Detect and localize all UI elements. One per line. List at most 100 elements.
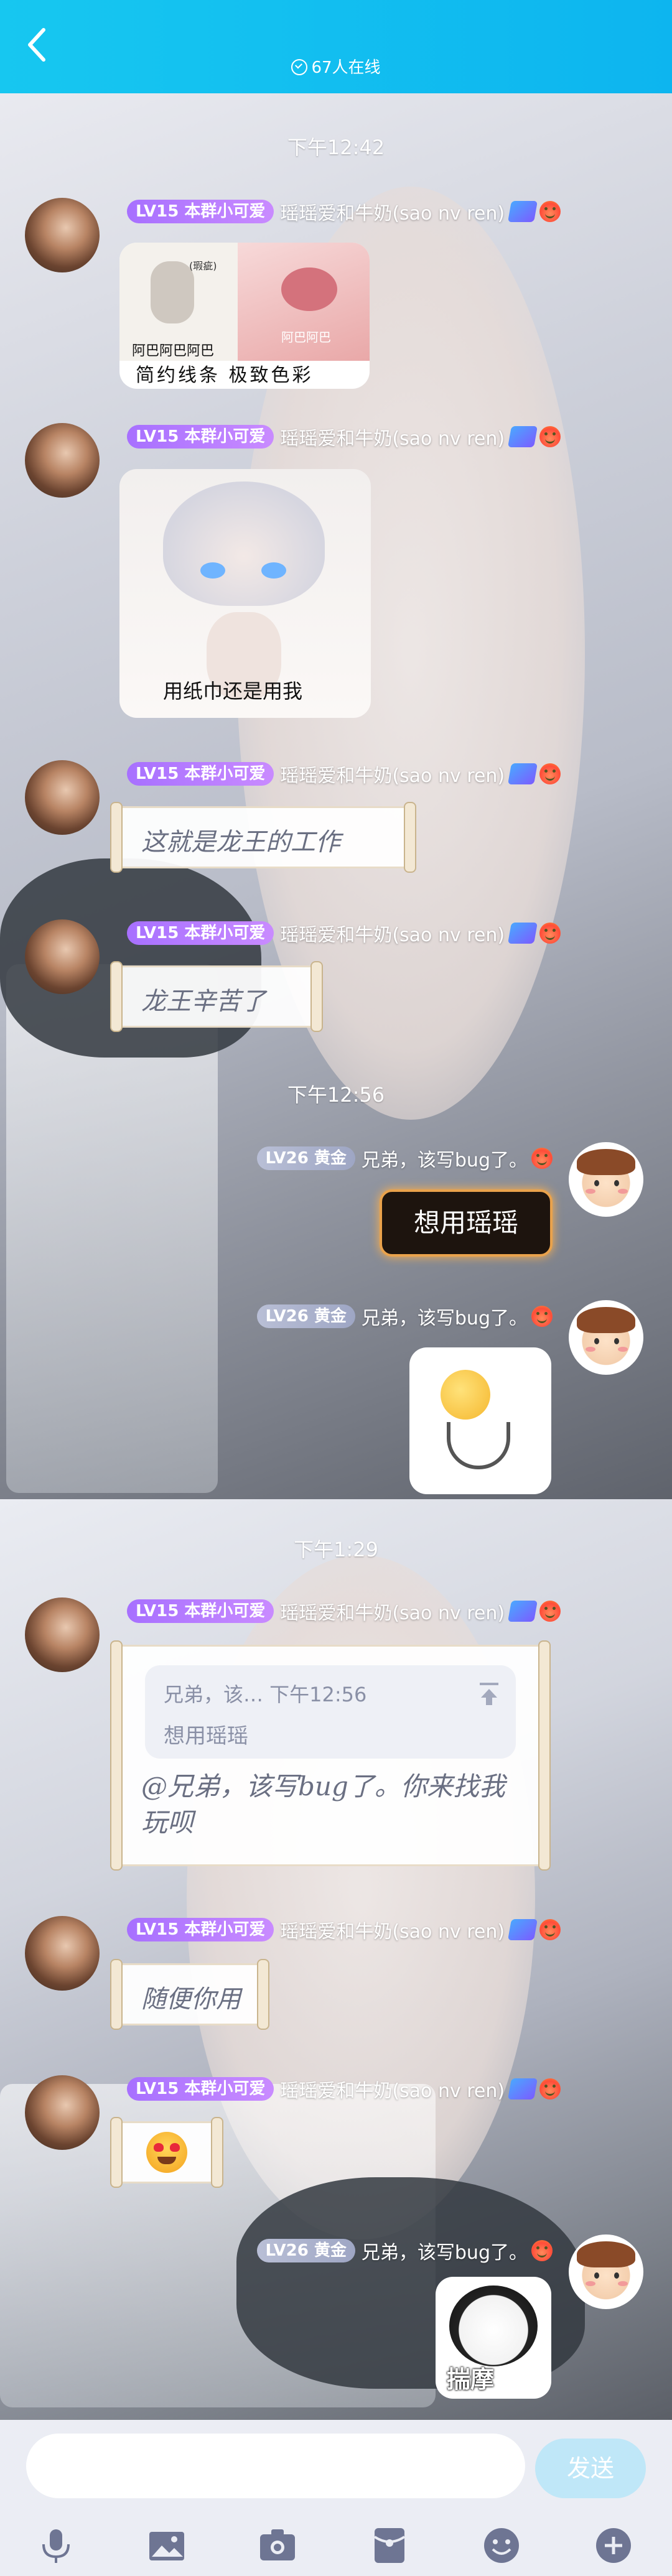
smile-face-icon <box>539 426 561 447</box>
avatar[interactable] <box>25 198 100 272</box>
sticker-message[interactable]: 揣摩 <box>436 2277 551 2399</box>
camera-icon[interactable] <box>258 2526 297 2565</box>
sender-line: LV15 本群小可爱 瑶瑶爱和牛奶(sao nv ren) <box>127 2075 561 2103</box>
scroll-rod-right <box>404 802 416 873</box>
scroll-rod-left <box>110 961 123 1032</box>
mic-icon[interactable] <box>36 2526 76 2565</box>
level-badge: LV15 本群小可爱 <box>127 1599 274 1623</box>
level-badge: LV15 本群小可爱 <box>127 921 274 945</box>
emoji-bubble[interactable] <box>110 2117 223 2188</box>
scroll-rod-right <box>310 961 323 1032</box>
scroll-rod-right <box>257 1959 269 2030</box>
online-check-icon <box>291 59 308 75</box>
message-text: @兄弟，该写bug了。你来找我玩呗 <box>141 1771 505 1838</box>
sender-name[interactable]: 瑶瑶爱和牛奶(sao nv ren) <box>280 919 505 947</box>
sender-line: LV15 本群小可爱 瑶瑶爱和牛奶(sao nv ren) <box>127 1916 561 1943</box>
timestamp: 下午1:29 <box>294 1538 378 1561</box>
image-caption: 用纸巾还是用我 <box>163 679 303 703</box>
image-icon[interactable] <box>147 2526 187 2565</box>
message-text: 想用瑶瑶 <box>413 1207 518 1238</box>
sender-name[interactable]: 瑶瑶爱和牛奶(sao nv ren) <box>280 198 505 225</box>
scroll-rod-left <box>110 1640 123 1871</box>
vip-tank-icon <box>508 923 538 944</box>
scroll-rod-left <box>110 802 123 873</box>
level-badge: LV26 黄金 <box>256 1304 355 1328</box>
reply-bubble[interactable]: 兄弟，该… 下午12:56 想用瑶瑶 @兄弟，该写bug了。你来找我玩呗 <box>110 1640 551 1871</box>
scroll-rod-left <box>110 2117 123 2188</box>
sender-line: LV15 本群小可爱 瑶瑶爱和牛奶(sao nv ren) <box>127 919 561 947</box>
avatar[interactable] <box>25 423 100 498</box>
jump-to-message-icon[interactable] <box>478 1681 500 1706</box>
scroll-rod-right <box>538 1640 551 1871</box>
smile-face-icon <box>531 2240 553 2261</box>
message-input[interactable] <box>26 2434 525 2498</box>
text-bubble[interactable]: 这就是龙王的工作 <box>110 802 416 873</box>
avatar[interactable] <box>25 1916 100 1991</box>
level-badge: LV15 本群小可爱 <box>127 2077 274 2101</box>
sender-line: LV26 黄金 兄弟，该写bug了。 <box>256 1303 553 1330</box>
image-caption: 揣摩 <box>447 2366 495 2393</box>
vip-tank-icon <box>508 1601 538 1622</box>
smile-face-icon <box>539 2078 561 2099</box>
sender-name[interactable]: 瑶瑶爱和牛奶(sao nv ren) <box>280 423 505 450</box>
smile-face-icon <box>539 1601 561 1622</box>
smile-face-icon <box>531 1148 553 1169</box>
send-button[interactable]: 发送 <box>535 2439 646 2498</box>
plus-icon[interactable] <box>594 2526 633 2565</box>
smile-face-icon <box>539 763 561 784</box>
scroll-rod-left <box>110 1959 123 2030</box>
vip-tank-icon <box>508 1919 538 1940</box>
quote-header: 兄弟，该… 下午12:56 <box>164 1683 367 1706</box>
vip-tank-icon <box>508 426 538 447</box>
timestamp: 下午12:42 <box>287 136 385 159</box>
sender-line: LV15 本群小可爱 瑶瑶爱和牛奶(sao nv ren) <box>127 760 561 788</box>
quoted-message[interactable]: 兄弟，该… 下午12:56 想用瑶瑶 <box>145 1665 516 1759</box>
level-badge: LV15 本群小可爱 <box>127 200 274 223</box>
image-message[interactable]: (瑕疵) 阿巴阿巴阿巴 阿巴阿巴 简约线条 极致色彩 <box>119 243 370 389</box>
image-caption: 简约线条 极致色彩 <box>136 365 314 386</box>
smile-face-icon <box>539 1919 561 1940</box>
level-badge: LV15 本群小可爱 <box>127 762 274 786</box>
panda-sticker <box>449 2285 538 2366</box>
sender-name[interactable]: 瑶瑶爱和牛奶(sao nv ren) <box>280 2075 505 2103</box>
sender-name[interactable]: 瑶瑶爱和牛奶(sao nv ren) <box>280 760 505 788</box>
red-packet-icon[interactable] <box>370 2526 409 2565</box>
image-message[interactable]: 用纸巾还是用我 <box>119 469 371 718</box>
avatar[interactable] <box>25 2075 100 2150</box>
sender-name[interactable]: 瑶瑶爱和牛奶(sao nv ren) <box>280 1597 505 1625</box>
text-bubble[interactable]: 随便你用 <box>110 1959 269 2030</box>
meme-right: 阿巴阿巴 <box>238 243 370 361</box>
sender-line: LV15 本群小可爱 瑶瑶爱和牛奶(sao nv ren) <box>127 423 561 450</box>
text-bubble[interactable]: 龙王辛苦了 <box>110 961 323 1032</box>
quote-body: 想用瑶瑶 <box>164 1724 248 1749</box>
avatar[interactable] <box>25 919 100 994</box>
avatar[interactable] <box>569 2234 643 2309</box>
vip-tank-icon <box>508 763 538 784</box>
duck-sticker <box>441 1370 490 1420</box>
sender-name[interactable]: 兄弟，该写bug了。 <box>362 1303 528 1330</box>
emoji-icon[interactable] <box>482 2526 521 2565</box>
message-text: 随便你用 <box>141 1985 241 2014</box>
sticker-message[interactable] <box>409 1347 551 1494</box>
smile-face-icon <box>531 1306 553 1327</box>
top-bar: 67人在线 <box>0 0 672 93</box>
avatar[interactable] <box>569 1300 643 1375</box>
avatar[interactable] <box>25 760 100 835</box>
text-bubble[interactable]: 想用瑶瑶 <box>380 1189 553 1257</box>
avatar[interactable] <box>569 1142 643 1217</box>
smile-face-icon <box>539 201 561 222</box>
scroll-rod-right <box>211 2117 223 2188</box>
sender-line: LV15 本群小可爱 瑶瑶爱和牛奶(sao nv ren) <box>127 198 561 225</box>
level-badge: LV26 黄金 <box>256 2239 355 2262</box>
sender-name[interactable]: 兄弟，该写bug了。 <box>362 2237 528 2264</box>
sender-name[interactable]: 瑶瑶爱和牛奶(sao nv ren) <box>280 1916 505 1943</box>
sender-line: LV26 黄金 兄弟，该写bug了。 <box>256 2237 553 2264</box>
message-text: 龙王辛苦了 <box>141 987 266 1016</box>
level-badge: LV26 黄金 <box>256 1146 355 1170</box>
level-badge: LV15 本群小可爱 <box>127 425 274 449</box>
smile-face-icon <box>539 923 561 944</box>
online-count[interactable]: 67人在线 <box>0 55 672 78</box>
avatar[interactable] <box>25 1597 100 1672</box>
timestamp: 下午12:56 <box>287 1083 385 1107</box>
sender-name[interactable]: 兄弟，该写bug了。 <box>362 1145 528 1172</box>
